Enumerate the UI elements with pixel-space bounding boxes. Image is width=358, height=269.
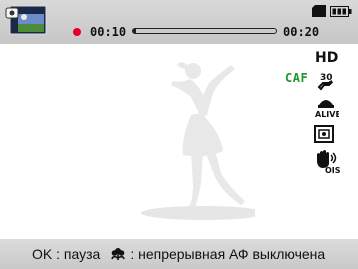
resolution-indicator: HD [315, 50, 339, 66]
ois-icon: OIS [317, 150, 340, 174]
battery-full-icon [330, 6, 352, 17]
macro-flower-icon [111, 248, 126, 260]
status-bar: 00:10 00:20 [0, 0, 358, 44]
30fps-icon: 30 [317, 73, 334, 91]
alive-sound-icon: ALIVE [315, 100, 339, 119]
help-bar: OK : пауза : непрерывная АФ выключена [0, 239, 358, 269]
svg-text:ALIVE: ALIVE [315, 110, 339, 119]
svg-text:OIS: OIS [325, 166, 340, 174]
total-time: 00:20 [283, 25, 320, 39]
recording-indicator [73, 28, 81, 36]
recording-progress-bar [132, 28, 277, 34]
recording-progress-fill [133, 29, 136, 33]
memory-card-icon [312, 5, 326, 17]
ok-hint: OK : пауза [32, 246, 101, 262]
metering-icon [314, 125, 334, 143]
dancer-silhouette-image [141, 62, 255, 220]
elapsed-time: 00:10 [90, 25, 127, 39]
focus-mode-indicator: CAF [285, 71, 309, 85]
movie-mode-icon [5, 5, 47, 35]
af-hint: : непрерывная АФ выключена [130, 246, 326, 262]
